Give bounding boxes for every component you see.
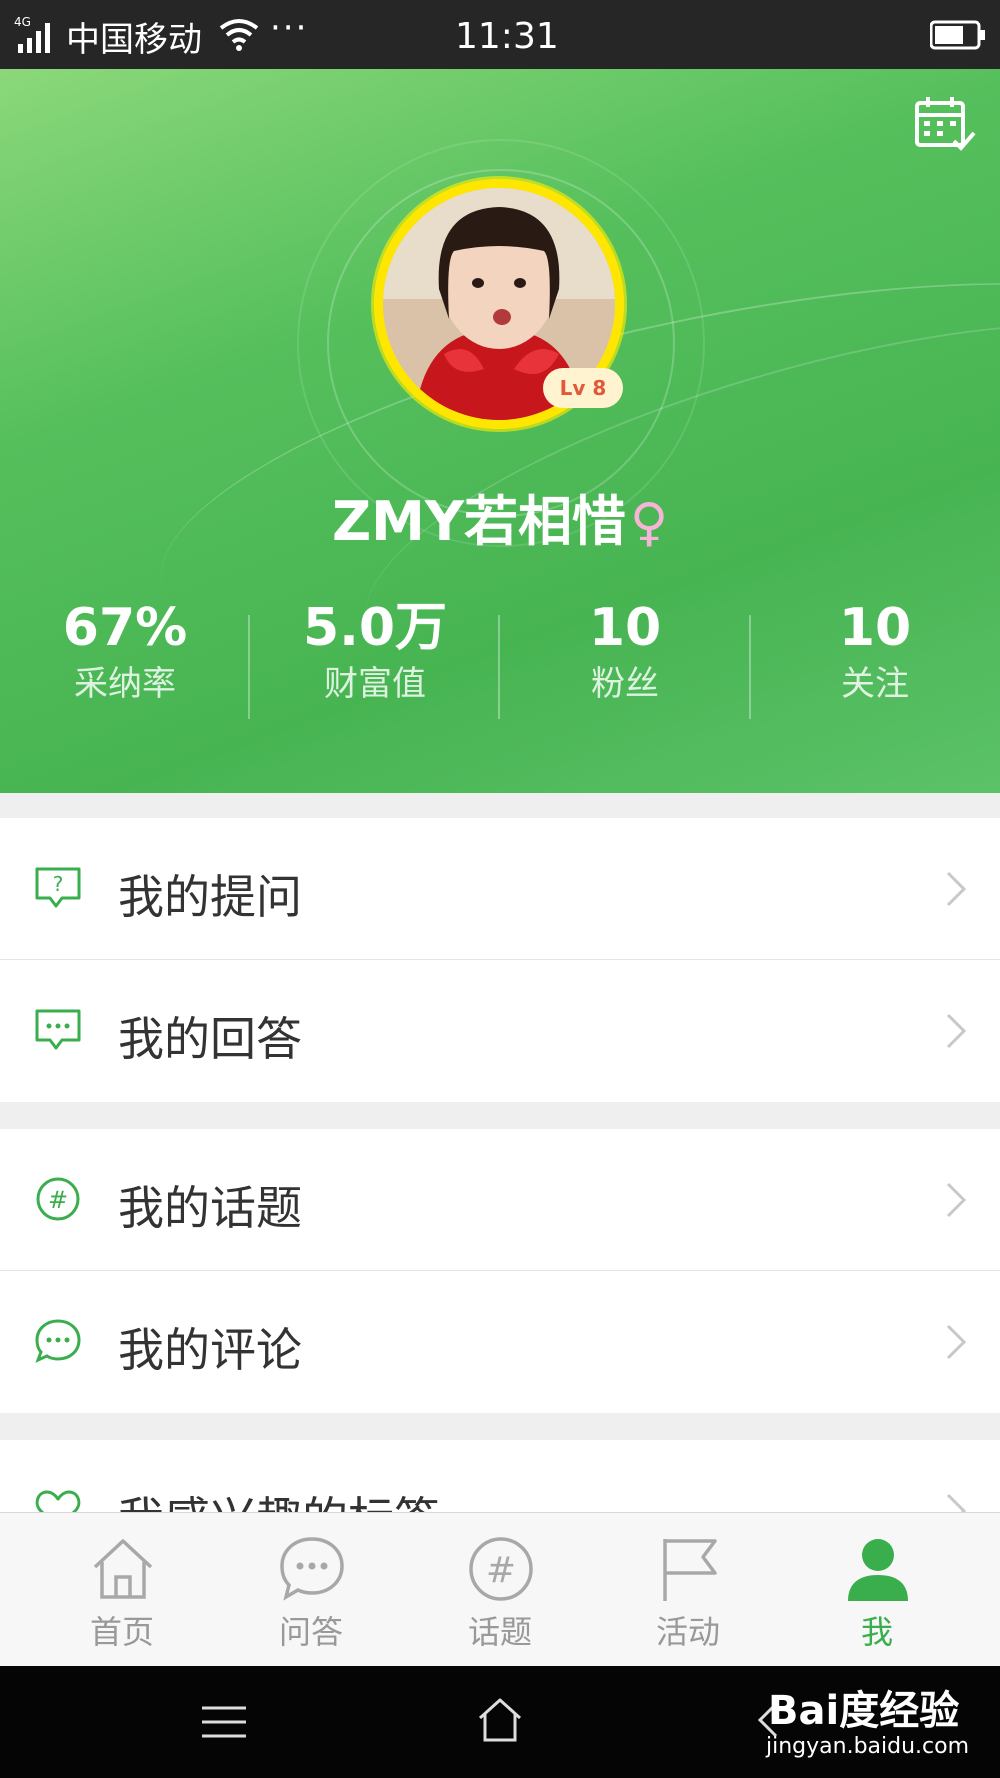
- stat-wealth[interactable]: 5.0万 财富值: [250, 597, 500, 709]
- baidu-jingyan-watermark: Bai度经验 jingyan.baidu.com: [760, 1670, 990, 1770]
- svg-text:4G: 4G: [14, 15, 31, 29]
- watermark-brand: Bai度经验: [768, 1688, 960, 1734]
- home-nav-icon[interactable]: [476, 1696, 524, 1744]
- chevron-right-icon: [946, 1324, 967, 1360]
- chat-icon: [280, 1537, 344, 1601]
- female-icon: ♀: [629, 493, 669, 553]
- menu-group-qa: ? 我的提问 我的回答: [0, 818, 1000, 1102]
- menu-item-label: 我的回答: [118, 1012, 302, 1066]
- heart-icon: [35, 1490, 81, 1512]
- menu-item-my-questions[interactable]: ? 我的提问: [0, 818, 1000, 960]
- hashtag-icon: #: [469, 1537, 533, 1601]
- answer-bubble-icon: [35, 1009, 81, 1050]
- menu-item-label: 我的话题: [118, 1181, 302, 1235]
- tab-topics[interactable]: # 话题: [405, 1513, 595, 1667]
- chevron-right-icon: [946, 1013, 967, 1049]
- tab-activities[interactable]: 活动: [593, 1513, 783, 1667]
- chevron-right-icon: [946, 1493, 967, 1512]
- stat-label: 关注: [841, 664, 909, 704]
- more-notifications-icon: ···: [270, 8, 309, 48]
- signal-strength-icon: 4G: [14, 15, 50, 53]
- hashtag-icon: #: [36, 1177, 80, 1221]
- username: ZMY若相惜♀: [0, 477, 1000, 556]
- tab-label: 活动: [655, 1613, 720, 1651]
- menu-item-my-answers[interactable]: 我的回答: [0, 960, 1000, 1102]
- menu-group-topics: # 我的话题 我的评论: [0, 1129, 1000, 1413]
- menu-item-interested-tags[interactable]: 我感兴趣的标签: [0, 1440, 1000, 1512]
- stat-label: 粉丝: [591, 664, 659, 704]
- home-icon: [93, 1539, 153, 1599]
- bottom-tab-bar: 首页 问答 # 话题 活动 我: [0, 1512, 1000, 1667]
- clock: 11:31: [455, 16, 559, 57]
- svg-text:#: #: [486, 1550, 516, 1591]
- question-bubble-icon: ?: [35, 867, 81, 908]
- watermark-url: jingyan.baidu.com: [766, 1734, 970, 1759]
- chevron-right-icon: [946, 1182, 967, 1218]
- menu-icon[interactable]: [200, 1702, 248, 1742]
- tab-home[interactable]: 首页: [27, 1513, 217, 1667]
- tab-me[interactable]: 我: [782, 1513, 972, 1667]
- level-badge: Lv 8: [543, 368, 623, 408]
- menu-item-label: 我感兴趣的标签: [118, 1483, 440, 1512]
- stats-row: 67% 采纳率 5.0万 财富值 10 粉丝 10 关注: [0, 597, 1000, 719]
- menu-item-my-comments[interactable]: 我的评论: [0, 1271, 1000, 1413]
- flag-icon: [663, 1539, 717, 1601]
- username-text: ZMY若相惜: [331, 490, 626, 553]
- chevron-right-icon: [946, 871, 967, 907]
- calendar-checkin-icon[interactable]: [914, 95, 978, 155]
- stat-following[interactable]: 10 关注: [750, 597, 1000, 709]
- carrier-name: 中国移动: [66, 20, 202, 60]
- wifi-icon: [219, 19, 259, 51]
- stat-value: 67%: [62, 598, 188, 658]
- stat-fans[interactable]: 10 粉丝: [500, 597, 750, 709]
- menu-item-my-topics[interactable]: # 我的话题: [0, 1129, 1000, 1271]
- profile-header: Lv 8 ZMY若相惜♀ 67% 采纳率 5.0万 财富值 10 粉丝 10 关…: [0, 69, 1000, 793]
- status-bar: 4G 中国移动 ··· 11:31: [0, 0, 1000, 69]
- stat-value: 10: [838, 598, 912, 658]
- menu-item-label: 我的评论: [118, 1323, 302, 1377]
- tab-label: 话题: [467, 1613, 532, 1651]
- tab-label: 问答: [278, 1613, 343, 1651]
- tab-qa[interactable]: 问答: [216, 1513, 406, 1667]
- menu-item-label: 我的提问: [118, 870, 302, 924]
- stat-adoption-rate[interactable]: 67% 采纳率: [0, 597, 250, 709]
- tab-label: 我: [860, 1613, 893, 1651]
- battery-icon: [930, 20, 985, 50]
- user-icon: [848, 1539, 908, 1601]
- stat-value: 5.0万: [302, 598, 448, 658]
- comment-icon: [35, 1319, 81, 1363]
- menu-group-tags: 我感兴趣的标签: [0, 1440, 1000, 1512]
- stat-label: 财富值: [324, 664, 426, 704]
- stat-value: 10: [588, 598, 662, 658]
- stat-label: 采纳率: [74, 664, 176, 704]
- svg-text:?: ?: [53, 872, 64, 896]
- svg-text:#: #: [48, 1186, 68, 1214]
- tab-label: 首页: [89, 1613, 154, 1651]
